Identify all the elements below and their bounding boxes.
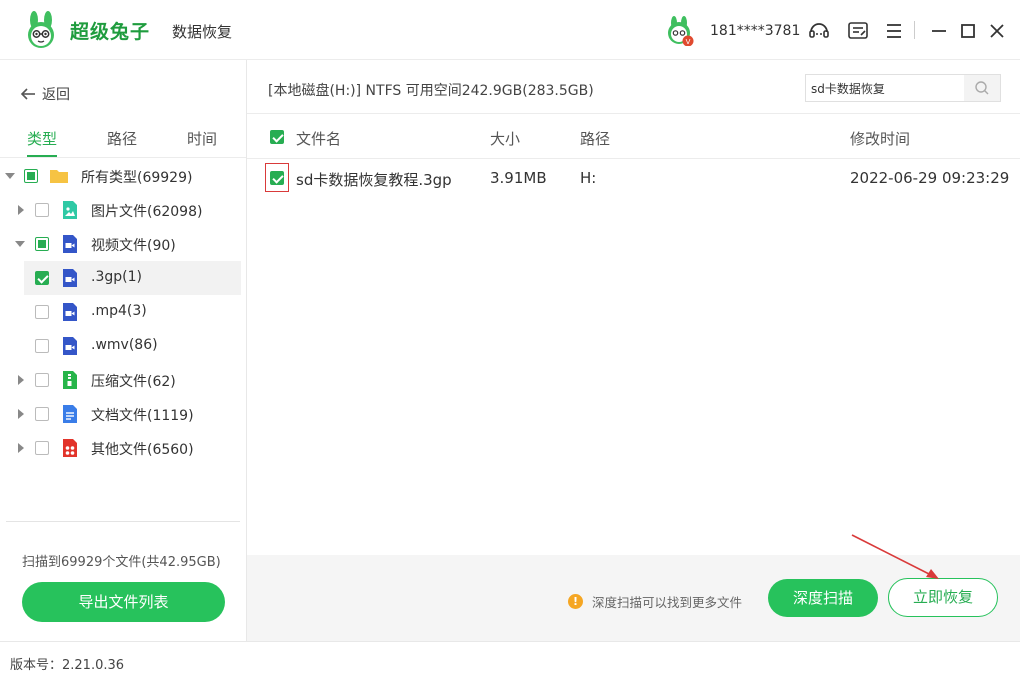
checkbox-others[interactable] (35, 441, 49, 455)
filter-tabs: 类型 路径 时间 (0, 128, 246, 158)
tree-item-images[interactable]: 图片文件(62098) (0, 193, 246, 227)
search-input[interactable] (806, 75, 964, 101)
version-label: 版本号：2.21.0.36 (10, 658, 125, 673)
tree-item-label: .wmv(86) (91, 337, 158, 353)
file-name: sd卡数据恢复教程.3gp (296, 171, 452, 189)
tab-path[interactable]: 路径 (92, 128, 152, 149)
header-divider (247, 113, 1020, 114)
checkbox-documents[interactable] (35, 407, 49, 421)
archive-file-icon (63, 371, 77, 389)
file-path: H: (580, 169, 597, 187)
table-row[interactable]: sd卡数据恢复教程.3gp 3.91MB H: 2022-06-29 09:23… (247, 159, 1020, 197)
deep-scan-tip-text: 深度扫描可以找到更多文件 (592, 595, 743, 610)
checkbox-videos[interactable] (35, 237, 49, 251)
main-panel: [本地磁盘(H:)] NTFS 可用空间242.9GB(283.5GB) 文件名… (247, 60, 1020, 641)
vip-badge: V (686, 38, 691, 46)
tree-item-all-types[interactable]: 所有类型(69929) (0, 159, 246, 193)
tree-item-label: 视频文件(90) (91, 238, 176, 254)
tree-item-documents[interactable]: 文档文件(1119) (0, 397, 246, 431)
file-size: 3.91MB (490, 169, 547, 187)
warning-icon: ! (568, 594, 583, 609)
search-box (805, 74, 1001, 102)
collapse-caret-icon[interactable] (15, 241, 25, 247)
disk-path: [本地磁盘(H:)] NTFS 可用空间242.9GB(283.5GB) (268, 83, 594, 99)
tree-item-videos[interactable]: 视频文件(90) (0, 227, 246, 261)
maximize-icon[interactable] (956, 19, 980, 43)
other-file-icon (63, 439, 77, 457)
file-modified-time: 2022-06-29 09:23:29 (850, 169, 1010, 187)
tab-time[interactable]: 时间 (172, 128, 232, 149)
expand-caret-icon[interactable] (18, 205, 24, 215)
tree-item-label: 压缩文件(62) (91, 374, 176, 390)
feedback-icon[interactable] (846, 19, 870, 43)
column-modified-time[interactable]: 修改时间 (850, 128, 910, 149)
export-file-list-button[interactable]: 导出文件列表 (22, 582, 225, 622)
column-name[interactable]: 文件名 (296, 128, 341, 149)
video-file-icon (63, 303, 77, 321)
action-bar: ! 深度扫描可以找到更多文件 深度扫描 立即恢复 (247, 534, 1020, 641)
recover-now-button[interactable]: 立即恢复 (888, 578, 998, 617)
arrow-left-icon (20, 88, 35, 100)
checkbox-mp4[interactable] (35, 305, 49, 319)
column-size[interactable]: 大小 (490, 128, 520, 149)
tree-item-label: 文档文件(1119) (91, 408, 194, 424)
video-file-icon (63, 235, 77, 253)
video-file-icon (63, 337, 77, 355)
app-brand: 超级兔子 (70, 21, 151, 43)
checkbox-all-types[interactable] (24, 169, 38, 183)
tree-item-3gp[interactable]: .3gp(1) (24, 261, 241, 295)
close-icon[interactable] (985, 19, 1009, 43)
tree-item-label: 所有类型(69929) (81, 170, 193, 186)
title-bar: 超级兔子 数据恢复 V 181****3781 (0, 0, 1020, 60)
sidebar-divider (6, 521, 240, 522)
collapse-caret-icon[interactable] (5, 173, 15, 179)
back-button[interactable]: 返回 (20, 84, 70, 104)
search-button[interactable] (964, 75, 1000, 101)
app-window: 超级兔子 数据恢复 V 181****3781 返回 类型 路径 时间 所有类型… (0, 0, 1020, 680)
app-subtitle: 数据恢复 (172, 23, 233, 41)
folder-icon (50, 170, 68, 183)
titlebar-divider (914, 21, 915, 39)
status-bar: 版本号：2.21.0.36 (0, 641, 1020, 680)
tab-type[interactable]: 类型 (12, 128, 72, 149)
video-file-icon (63, 269, 77, 287)
checkbox-images[interactable] (35, 203, 49, 217)
back-label: 返回 (42, 87, 70, 103)
expand-caret-icon[interactable] (18, 375, 24, 385)
red-arrow-annotation (851, 534, 939, 579)
checkbox-archives[interactable] (35, 373, 49, 387)
tree-item-mp4[interactable]: .mp4(3) (0, 295, 246, 329)
menu-icon[interactable] (882, 19, 906, 43)
deep-scan-tip: ! 深度扫描可以找到更多文件 (568, 592, 742, 611)
tree-item-others[interactable]: 其他文件(6560) (0, 431, 246, 465)
customer-service-icon[interactable] (807, 19, 831, 43)
checkbox-3gp[interactable] (35, 271, 49, 285)
user-account[interactable]: 181****3781 (710, 23, 800, 39)
checkbox-wmv[interactable] (35, 339, 49, 353)
deep-scan-button[interactable]: 深度扫描 (768, 579, 878, 617)
scan-summary: 扫描到69929个文件(共42.95GB) (22, 555, 221, 570)
document-file-icon (63, 405, 77, 423)
expand-caret-icon[interactable] (18, 443, 24, 453)
table-header: 文件名 大小 路径 修改时间 (247, 115, 1020, 159)
tree-item-archives[interactable]: 压缩文件(62) (0, 363, 246, 397)
tree-item-label: 图片文件(62098) (91, 204, 203, 220)
minimize-icon[interactable] (927, 19, 951, 43)
tree-item-label: .3gp(1) (91, 269, 142, 285)
image-file-icon (63, 201, 77, 219)
user-avatar-icon[interactable]: V (664, 16, 694, 46)
select-all-checkbox[interactable] (270, 130, 284, 144)
sidebar: 返回 类型 路径 时间 所有类型(69929) 图片文件(62098) 视频文件… (0, 60, 247, 641)
tabs-divider (0, 157, 246, 158)
row-checkbox[interactable] (270, 171, 284, 185)
rabbit-logo-icon (28, 11, 54, 48)
search-icon (975, 81, 989, 95)
tree-item-label: .mp4(3) (91, 303, 147, 319)
tree-item-wmv[interactable]: .wmv(86) (0, 329, 246, 363)
column-path[interactable]: 路径 (580, 128, 610, 149)
tree-item-label: 其他文件(6560) (91, 442, 194, 458)
expand-caret-icon[interactable] (18, 409, 24, 419)
